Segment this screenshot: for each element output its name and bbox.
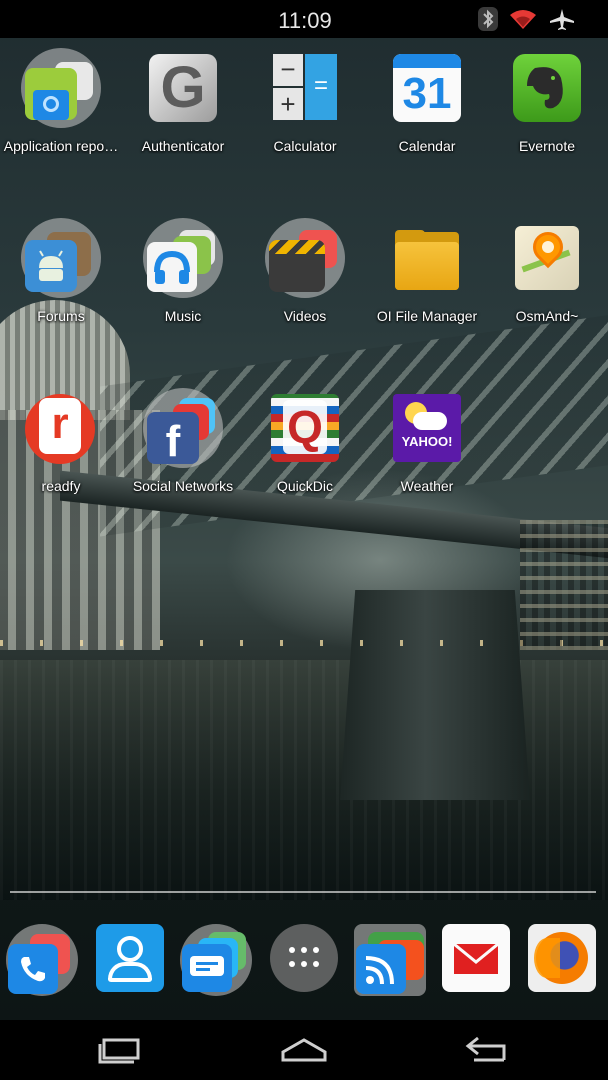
application-reports-folder-icon <box>21 48 101 128</box>
dock-messaging-folder[interactable] <box>180 924 252 996</box>
quickdic-icon: Q <box>269 392 341 464</box>
dock-firefox[interactable] <box>528 924 598 994</box>
app-label: Social Networks <box>132 478 234 494</box>
navigation-bar <box>0 1020 608 1080</box>
back-icon[interactable] <box>442 1030 532 1070</box>
app-calculator[interactable]: − + = Calculator <box>244 42 366 192</box>
app-label: Weather <box>400 478 454 494</box>
app-evernote[interactable]: Evernote <box>486 42 608 192</box>
app-label: Forums <box>37 308 85 324</box>
airplane-mode-icon <box>550 9 574 30</box>
dock-divider <box>10 891 596 893</box>
calculator-icon: − + = <box>269 52 341 124</box>
dock-all-apps[interactable] <box>270 924 340 994</box>
readfy-icon: r <box>25 392 97 464</box>
home-icon[interactable] <box>259 1030 349 1070</box>
app-calendar[interactable]: 31 Calendar <box>366 42 488 192</box>
app-label: Videos <box>283 308 327 324</box>
app-label: OI File Manager <box>376 308 478 324</box>
app-authenticator[interactable]: G Authenticator <box>122 42 244 192</box>
videos-folder-icon <box>265 218 345 298</box>
app-label: Music <box>164 308 202 324</box>
app-forums[interactable]: Forums <box>0 212 122 362</box>
dock-rss-folder[interactable] <box>354 924 426 996</box>
dock-contacts[interactable] <box>96 924 166 994</box>
dock-phone-folder[interactable] <box>6 924 78 996</box>
app-videos[interactable]: Videos <box>244 212 366 362</box>
wallpaper-windows <box>520 520 608 650</box>
wallpaper-bridge-pier <box>340 590 530 800</box>
authenticator-icon: G <box>147 52 219 124</box>
app-label: Calendar <box>398 138 456 154</box>
evernote-icon <box>511 52 583 124</box>
app-label: readfy <box>41 478 81 494</box>
dock-email[interactable] <box>442 924 512 994</box>
app-label: Evernote <box>518 138 576 154</box>
status-bar: 11:09 <box>0 0 608 38</box>
music-folder-icon <box>143 218 223 298</box>
app-label: Application repo… <box>3 138 119 154</box>
wifi-icon <box>510 10 536 29</box>
app-osmand[interactable]: OsmAnd~ <box>486 212 608 362</box>
app-quickdic[interactable]: Q QuickDic <box>244 382 366 532</box>
file-manager-icon <box>391 222 463 294</box>
app-label: QuickDic <box>276 478 333 494</box>
app-application-reports[interactable]: Application repo… <box>0 42 122 192</box>
calendar-icon: 31 <box>391 52 463 124</box>
bluetooth-icon <box>478 7 498 31</box>
app-label: OsmAnd~ <box>515 308 579 324</box>
app-label: Authenticator <box>141 138 225 154</box>
recent-apps-icon[interactable] <box>76 1030 166 1070</box>
wallpaper-city-lights <box>0 640 608 646</box>
app-label: Calculator <box>273 138 337 154</box>
yahoo-weather-icon: YAHOO! <box>391 392 463 464</box>
social-networks-folder-icon: f <box>143 388 223 468</box>
app-social-networks[interactable]: f Social Networks <box>122 382 244 532</box>
app-music[interactable]: Music <box>122 212 244 362</box>
status-time: 11:09 <box>278 8 332 33</box>
app-readfy[interactable]: r readfy <box>0 382 122 532</box>
app-oi-file-manager[interactable]: OI File Manager <box>366 212 488 362</box>
forums-folder-icon <box>21 218 101 298</box>
osmand-map-icon <box>511 222 583 294</box>
app-weather[interactable]: YAHOO! Weather <box>366 382 488 532</box>
